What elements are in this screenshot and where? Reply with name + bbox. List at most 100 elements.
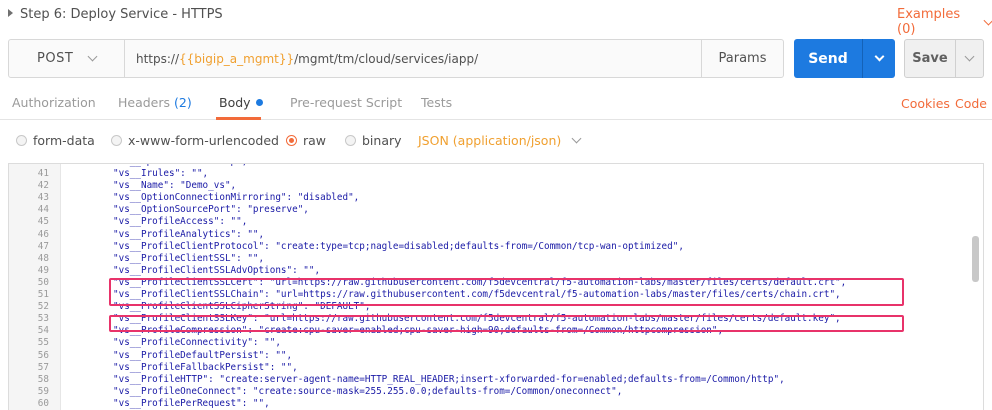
send-options-button[interactable] bbox=[862, 39, 895, 78]
line-text: "vs__ProfileDefaultPersist": "", bbox=[113, 349, 293, 361]
code-line: 54 "vs__ProfileCompression": "create:cpu-… bbox=[9, 325, 983, 337]
line-number: 54 bbox=[37, 325, 49, 337]
line-text: "vs__OptionSourcePort": "preserve", bbox=[113, 204, 309, 216]
method-label: POST bbox=[37, 51, 74, 66]
code-line: 53 "vs__ProfileClientSSLKey": "url=https:… bbox=[9, 313, 983, 325]
editor-lines: 40"vs__IpProtocol": "tcp",41"vs__Irules"… bbox=[9, 164, 983, 410]
tab-tests[interactable]: Tests bbox=[421, 95, 452, 110]
url-input[interactable]: https://{{bigip_a_mgmt}}/mgmt/tm/cloud/s… bbox=[125, 40, 701, 77]
line-text: "vs__ProfileClientSSLCipherString": "DEF… bbox=[113, 301, 371, 313]
line-number: 49 bbox=[37, 264, 49, 276]
radio-binary[interactable]: binary bbox=[345, 133, 402, 148]
code-line: 48 "vs__ProfileClientSSL": "", bbox=[9, 253, 983, 265]
body-type-selector: form-data x-www-form-urlencoded raw bina… bbox=[0, 128, 992, 156]
step-title: Step 6: Deploy Service - HTTPS bbox=[20, 7, 223, 22]
content-type-dropdown[interactable]: JSON (application/json) bbox=[418, 133, 582, 148]
code-line: 46 "vs__ProfileAnalytics": "", bbox=[9, 229, 983, 241]
tab-prerequest-script[interactable]: Pre-request Script bbox=[290, 95, 402, 110]
line-text: "vs__ProfileClientSSL": "", bbox=[113, 252, 265, 264]
line-number: 48 bbox=[37, 252, 49, 264]
code-line: 50 "vs__ProfileClientSSLCert": "url=https… bbox=[9, 277, 983, 289]
code-link[interactable]: Code bbox=[955, 96, 987, 111]
active-tab-indicator bbox=[216, 117, 261, 120]
code-line: 45 "vs__ProfileAccess": "", bbox=[9, 216, 983, 228]
examples-dropdown[interactable]: Examples (0) bbox=[897, 7, 992, 37]
chevron-down-icon bbox=[87, 51, 98, 62]
line-number: 50 bbox=[37, 276, 49, 288]
radio-raw[interactable]: raw bbox=[286, 133, 326, 148]
body-editor[interactable]: 40"vs__IpProtocol": "tcp",41"vs__Irules"… bbox=[8, 163, 984, 410]
line-text: "vs__ProfileClientSSLCert": "url=https:/… bbox=[113, 276, 847, 288]
line-number: 55 bbox=[37, 337, 49, 349]
radio-binary-label: binary bbox=[362, 133, 402, 148]
content-type-label: JSON (application/json) bbox=[418, 133, 562, 148]
code-line: 47 "vs__ProfileClientProtocol": "create:t… bbox=[9, 241, 983, 253]
code-line: 42 "vs__Name": "Demo_vs", bbox=[9, 180, 983, 192]
dot-indicator-icon bbox=[255, 99, 263, 106]
tab-headers[interactable]: Headers (2) bbox=[118, 95, 192, 110]
url-variable: {{bigip_a_mgmt}} bbox=[179, 51, 295, 66]
line-text: "vs__ProfilePerRequest": "", bbox=[113, 397, 270, 409]
radio-circle-selected[interactable] bbox=[286, 135, 297, 146]
radio-circle[interactable] bbox=[111, 135, 122, 146]
line-number: 52 bbox=[37, 301, 49, 313]
line-number: 53 bbox=[37, 313, 49, 325]
params-button[interactable]: Params bbox=[701, 40, 783, 77]
editor-scrollbar[interactable] bbox=[972, 236, 979, 282]
line-text: "vs__ProfileAnalytics": "", bbox=[113, 228, 265, 240]
code-line: 43 "vs__OptionConnectionMirroring": "disa… bbox=[9, 192, 983, 204]
code-line: 57 "vs__ProfileFallbackPersist": "", bbox=[9, 362, 983, 374]
code-line: 41 "vs__Irules": "", bbox=[9, 168, 983, 180]
radio-circle[interactable] bbox=[345, 135, 356, 146]
request-tabs: Authorization Headers (2) Body Pre-reque… bbox=[0, 88, 992, 120]
line-number: 58 bbox=[37, 373, 49, 385]
line-number: 59 bbox=[37, 385, 49, 397]
line-text: "vs__ProfileAccess": "", bbox=[113, 216, 248, 228]
tab-body[interactable]: Body bbox=[219, 95, 263, 110]
line-number: 57 bbox=[37, 361, 49, 373]
method-select[interactable]: POST bbox=[9, 40, 125, 77]
code-line: 60 "vs__ProfilePerRequest": "", bbox=[9, 398, 983, 410]
tab-headers-label: Headers bbox=[118, 95, 171, 110]
url-suffix: /mgmt/tm/cloud/services/iapp/ bbox=[294, 51, 479, 66]
line-text: "vs__ProfileClientSSLKey": "url=https://… bbox=[113, 313, 841, 325]
line-number: 46 bbox=[37, 228, 49, 240]
radio-form-data-label: form-data bbox=[33, 133, 95, 148]
save-group: Save bbox=[904, 39, 984, 78]
line-text: "vs__ProfileClientSSLChain": "url=https:… bbox=[113, 289, 841, 301]
chevron-down-icon bbox=[964, 51, 975, 62]
code-line: 56 "vs__ProfileDefaultPersist": "", bbox=[9, 350, 983, 362]
send-button[interactable]: Send bbox=[794, 39, 862, 78]
chevron-down-icon bbox=[874, 51, 884, 62]
radio-circle[interactable] bbox=[16, 135, 27, 146]
chevron-down-icon bbox=[571, 133, 582, 144]
line-number: 42 bbox=[37, 180, 49, 192]
save-options-button[interactable] bbox=[955, 40, 983, 77]
radio-x-www-form-urlencoded[interactable]: x-www-form-urlencoded bbox=[111, 133, 279, 148]
save-button[interactable]: Save bbox=[905, 40, 955, 77]
line-number: 41 bbox=[37, 168, 49, 180]
line-number: 51 bbox=[37, 289, 49, 301]
radio-raw-label: raw bbox=[303, 133, 327, 148]
line-text: "vs__Irules": "", bbox=[113, 168, 209, 180]
line-text: "vs__ProfileHTTP": "create:server-agent-… bbox=[113, 373, 785, 385]
code-line: 44 "vs__OptionSourcePort": "preserve", bbox=[9, 204, 983, 216]
send-group: Send bbox=[794, 39, 895, 78]
line-number: 45 bbox=[37, 216, 49, 228]
line-text: "vs__ProfileFallbackPersist": "", bbox=[113, 361, 298, 373]
line-text: "vs__ProfileOneConnect": "create:source-… bbox=[113, 385, 623, 397]
examples-label: Examples (0) bbox=[897, 7, 961, 37]
radio-form-data[interactable]: form-data bbox=[16, 133, 95, 148]
caret-right-icon[interactable] bbox=[8, 9, 13, 17]
line-number: 44 bbox=[37, 204, 49, 216]
code-line: 59 "vs__ProfileOneConnect": "create:sourc… bbox=[9, 386, 983, 398]
tab-authorization[interactable]: Authorization bbox=[12, 95, 96, 110]
line-number: 43 bbox=[37, 192, 49, 204]
step-header[interactable]: Step 6: Deploy Service - HTTPS Examples … bbox=[0, 0, 992, 37]
chevron-down-icon bbox=[983, 15, 992, 25]
code-line: 52 "vs__ProfileClientSSLCipherString": "D… bbox=[9, 301, 983, 313]
line-text: "vs__ProfileClientSSLAdvOptions": "", bbox=[113, 264, 321, 276]
line-number: 56 bbox=[37, 349, 49, 361]
cookies-link[interactable]: Cookies bbox=[901, 96, 950, 111]
line-text: "vs__OptionConnectionMirroring": "disabl… bbox=[113, 192, 360, 204]
